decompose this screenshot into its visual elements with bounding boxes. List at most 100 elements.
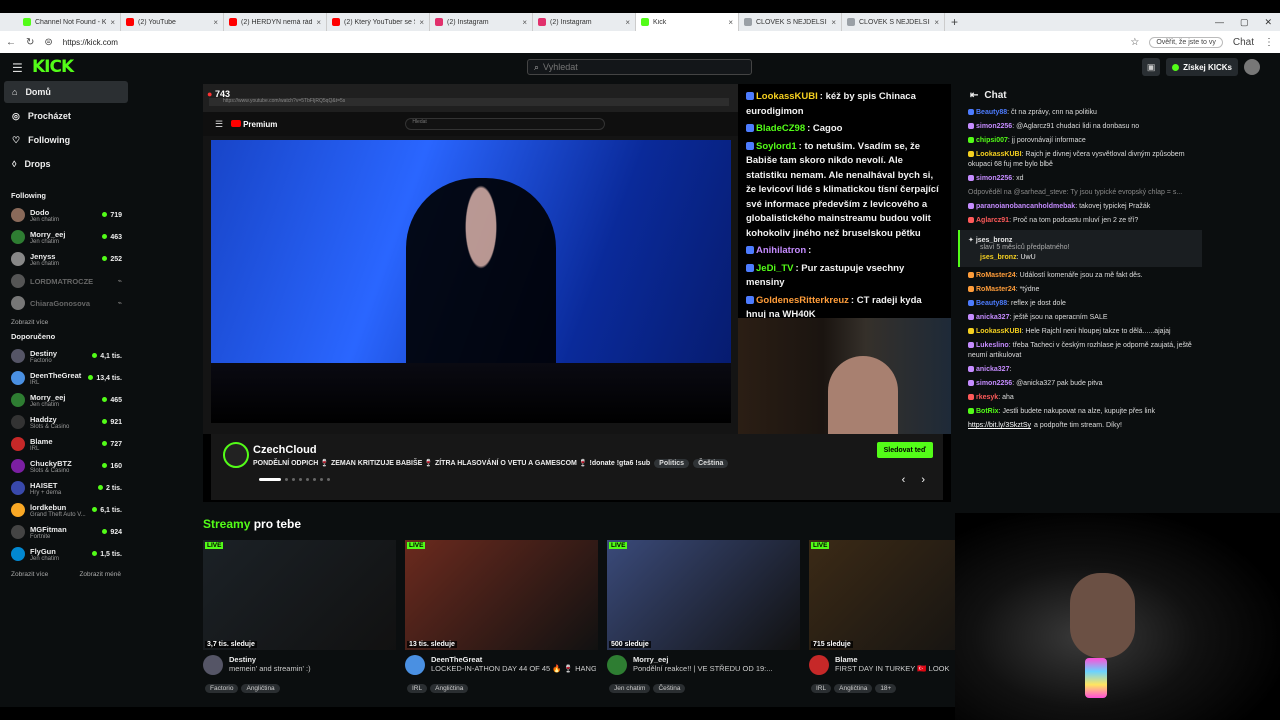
channel-name[interactable]: CzechCloud (253, 444, 317, 456)
chat-username[interactable]: BladeCZ98 (756, 123, 805, 134)
chat-username[interactable]: Aglarcz91 (976, 217, 1009, 224)
star-icon[interactable]: ☆ (1130, 37, 1139, 48)
url-input[interactable]: https://kick.com (63, 38, 1121, 47)
sidebar-nav-3[interactable]: ◊ Drops (4, 153, 128, 175)
reload-icon[interactable]: ↻ (26, 37, 34, 48)
minimize-icon[interactable]: — (1215, 17, 1224, 27)
stream-tag[interactable]: Čeština (653, 684, 686, 693)
sidebar-channel[interactable]: Haddzy Slots & Casino 921 (4, 411, 128, 433)
chat-username[interactable]: BotRix (976, 408, 999, 415)
bot-link[interactable]: https://bit.ly/3SkztSy (968, 422, 1031, 429)
tab-close-icon[interactable]: × (110, 18, 115, 27)
sidebar-channel[interactable]: Jenyss Jen chatim 252 (4, 248, 128, 270)
carousel-dot[interactable] (306, 478, 309, 481)
carousel-dot[interactable] (292, 478, 295, 481)
tab-close-icon[interactable]: × (831, 18, 836, 27)
carousel-dot[interactable] (285, 478, 288, 481)
chat-button[interactable]: Chat (1233, 37, 1254, 48)
sidebar-channel[interactable]: ChiaraGonosova ⌁ (4, 292, 128, 314)
featured-video[interactable]: ● 743 https://www.youtube.com/watch?v=5T… (203, 84, 738, 434)
tab-close-icon[interactable]: × (728, 18, 733, 27)
browser-tab[interactable]: ČLOVĚK S NEJDELŠÍMI NEH × (739, 13, 842, 31)
chat-username[interactable]: JeDi_TV (756, 263, 794, 274)
menu-icon[interactable]: ⋮ (1264, 37, 1274, 48)
chat-username[interactable]: chipsi007 (976, 137, 1008, 144)
show-less-link[interactable]: Zobrazit méně (79, 571, 121, 578)
sidebar-channel[interactable]: Dodo Jen chatim 719 (4, 204, 128, 226)
sidebar-channel[interactable]: Destiny Factorio 4,1 tis. (4, 345, 128, 367)
sidebar-nav-1[interactable]: ◎ Procházet (4, 105, 128, 127)
sidebar-channel[interactable]: lordkebun Grand Theft Auto V... 6,1 tis. (4, 499, 128, 521)
hamburger-icon[interactable]: ☰ (12, 61, 23, 75)
chat-username[interactable]: simon2256 (976, 380, 1012, 387)
stream-title[interactable]: Pondělní reakce!! | VE STŘEDU OD 19:... (633, 664, 773, 673)
chat-username[interactable]: Lukeslino (976, 342, 1009, 349)
stream-thumbnail[interactable]: LIVE 3,7 tis. sleduje (203, 540, 396, 650)
user-avatar[interactable] (1244, 59, 1260, 75)
theater-icon[interactable]: ▣ (1142, 58, 1161, 76)
maximize-icon[interactable]: ▢ (1240, 17, 1249, 28)
carousel-dot[interactable] (299, 478, 302, 481)
stream-tag[interactable]: IRL (407, 684, 428, 693)
browser-tab[interactable]: ČLOVĚK S NEJDELŠÍMI NEH × (842, 13, 945, 31)
chat-username[interactable]: anicka327 (976, 314, 1009, 321)
tab-close-icon[interactable]: × (316, 18, 321, 27)
tab-close-icon[interactable]: × (213, 18, 218, 27)
stream-tag[interactable]: Jen chatim (609, 684, 651, 693)
streamer-avatar[interactable] (203, 655, 223, 675)
chat-username[interactable]: RoMaster24 (976, 286, 1016, 293)
channel-avatar[interactable] (223, 442, 249, 468)
window-close-icon[interactable]: ✕ (1264, 17, 1272, 28)
browser-tab[interactable]: (2) Instagram × (533, 13, 636, 31)
chat-username[interactable]: LookassKUBI (976, 328, 1022, 335)
sidebar-channel[interactable]: DeenTheGreat IRL 13,4 tis. (4, 367, 128, 389)
tag-politics[interactable]: Politics (654, 459, 690, 468)
search-bar[interactable]: ⌕ (527, 59, 752, 75)
chat-username[interactable]: simon2256 (976, 123, 1012, 130)
show-more-link[interactable]: Zobrazit více (11, 571, 48, 578)
stream-tag[interactable]: IRL (811, 684, 832, 693)
back-icon[interactable]: ← (6, 37, 16, 48)
sidebar-nav-0[interactable]: ⌂ Domů (4, 81, 128, 103)
browser-tab[interactable]: (2) YouTube × (121, 13, 224, 31)
carousel-dot[interactable] (259, 478, 281, 481)
chat-username[interactable]: anicka327 (976, 366, 1009, 373)
kick-logo[interactable]: KICK (32, 57, 74, 77)
chat-username[interactable]: paranoianobancanholdmebak (976, 203, 1075, 210)
sidebar-channel[interactable]: ChuckyBTZ Slots & Casino 160 (4, 455, 128, 477)
featured-carousel[interactable]: ● 743 https://www.youtube.com/watch?v=5T… (203, 84, 951, 502)
tab-close-icon[interactable]: × (419, 18, 424, 27)
stream-tag[interactable]: Factorio (205, 684, 239, 693)
tab-close-icon[interactable]: × (934, 18, 939, 27)
chat-username[interactable]: simon2256 (976, 175, 1012, 182)
get-kicks-button[interactable]: Získej KICKs (1166, 58, 1238, 76)
chat-username[interactable]: Anihilatron (756, 245, 806, 256)
browser-tab[interactable]: (2) Který YouTuber se Stane N × (327, 13, 430, 31)
stream-title[interactable]: memein' and streamin' :) (229, 664, 311, 673)
sidebar-channel[interactable]: Blame IRL 727 (4, 433, 128, 455)
stream-title[interactable]: LOCKED-IN-ATHON DAY 44 OF 45 🔥 🍷 HANG OU… (431, 664, 596, 673)
streamer-avatar[interactable] (405, 655, 425, 675)
stream-thumbnail[interactable]: LIVE 500 sleduje (607, 540, 800, 650)
sidebar-channel[interactable]: LORDMATROCZE ⌁ (4, 270, 128, 292)
stream-card[interactable]: LIVE 500 sleduje Morry_eej Pondělní reakce!… (607, 540, 800, 716)
carousel-dot[interactable] (327, 478, 330, 481)
browser-tab[interactable]: Kick × (636, 13, 739, 31)
stream-card[interactable]: LIVE 3,7 tis. sleduje Destiny memein' and s… (203, 540, 396, 716)
tab-close-icon[interactable]: × (522, 18, 527, 27)
sidebar-nav-2[interactable]: ♡ Following (4, 129, 128, 151)
chat-username[interactable]: rkesyk (976, 394, 998, 401)
sidebar-channel[interactable]: HAISET Hry + dema 2 tis. (4, 477, 128, 499)
follow-now-button[interactable]: Sledovat teď (876, 442, 933, 458)
profile-verify-button[interactable]: Ověřit, že jste to vy (1149, 36, 1223, 48)
chat-username[interactable]: LookassKUBI (756, 91, 818, 102)
chat-username[interactable]: RoMaster24 (976, 272, 1016, 279)
collapse-chat-icon[interactable]: ⇤ (970, 90, 978, 101)
sub-username[interactable]: jses_bronz (976, 237, 1013, 244)
site-info-icon[interactable]: ⊜ (44, 37, 52, 48)
stream-title[interactable]: FIRST DAY IN TURKEY 🇹🇷 LOOK (835, 664, 950, 673)
browser-tab[interactable]: (2) HERDYN nemá rád HRANÍ× (224, 13, 327, 31)
stream-card[interactable]: LIVE 13 tis. sleduje DeenTheGreat LOCKED-IN… (405, 540, 598, 716)
streamer-name[interactable]: Morry_eej (633, 655, 773, 664)
streamer-avatar[interactable] (607, 655, 627, 675)
